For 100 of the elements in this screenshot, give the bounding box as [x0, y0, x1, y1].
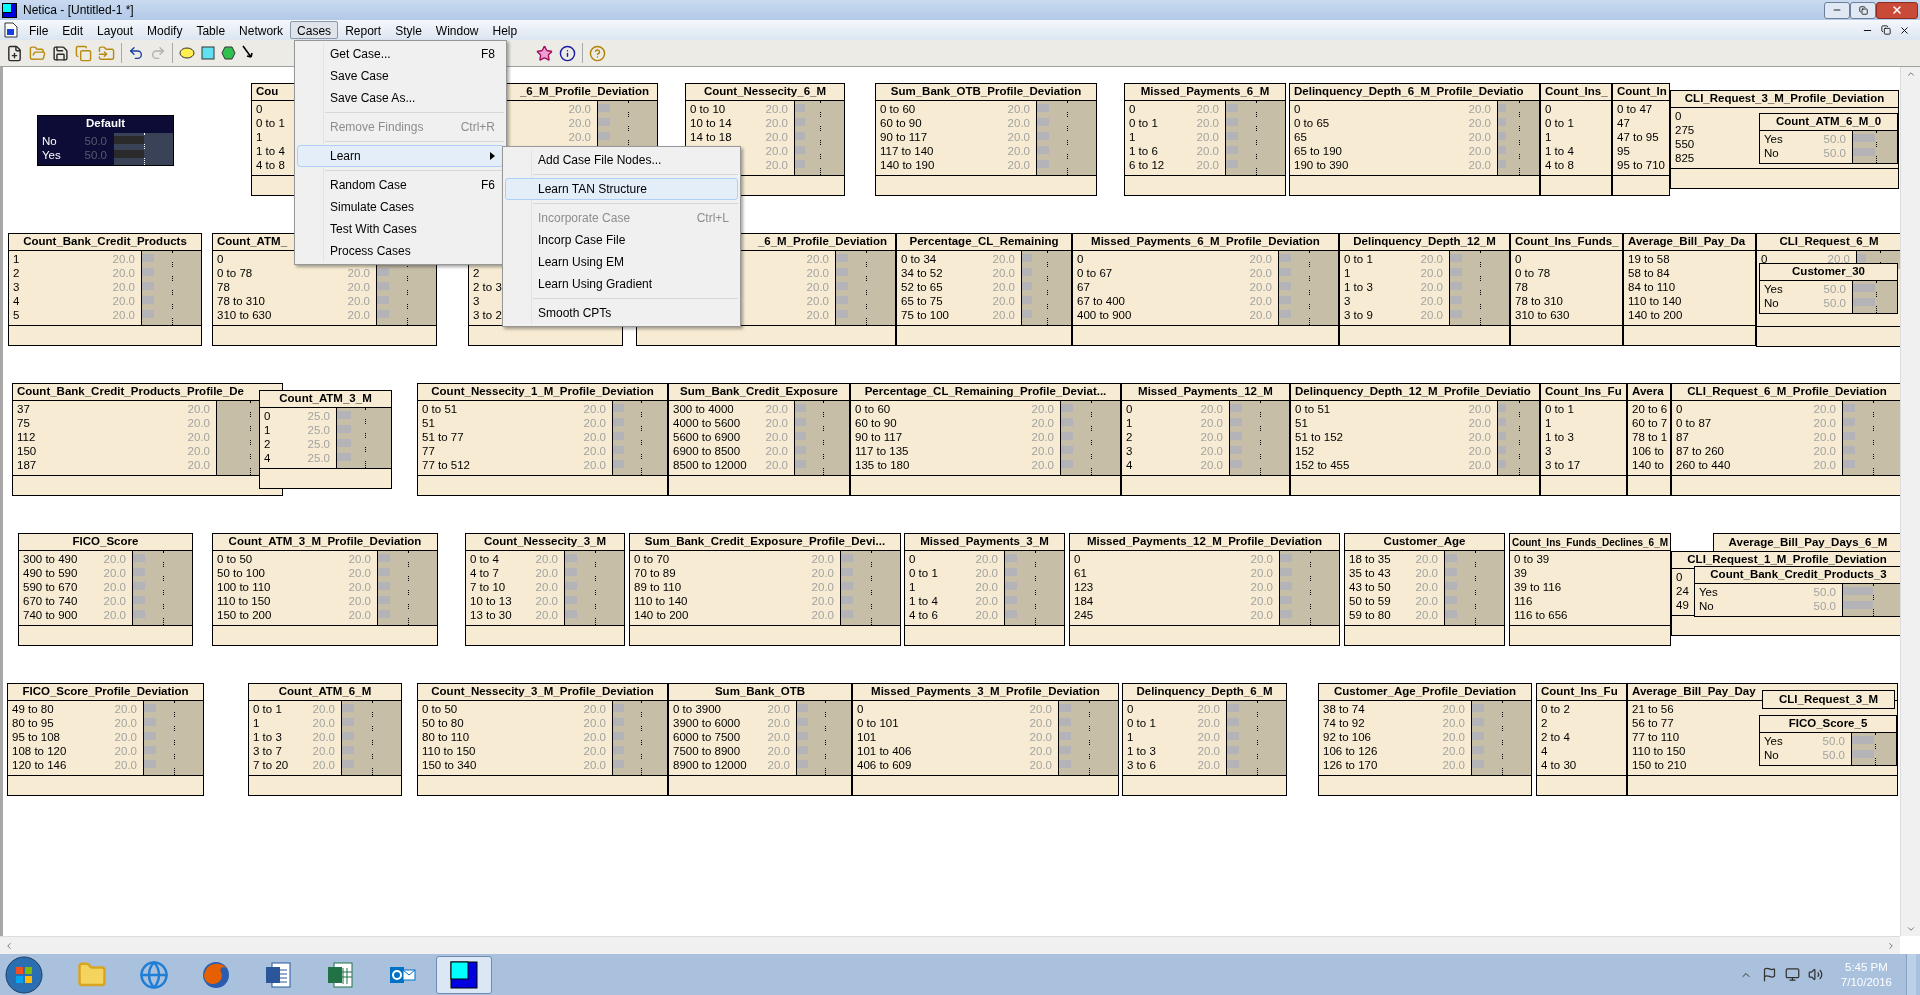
- open-folder-icon[interactable]: [29, 44, 46, 62]
- network-node[interactable]: Count_Ins_Funds_ 0 0 to 78 78 78 to 310 310 to 630: [1510, 233, 1623, 346]
- state-label: No: [1763, 146, 1779, 160]
- menu-bar-item[interactable]: File: [22, 21, 56, 39]
- network-node[interactable]: Sum_Bank_Credit_Exposure_Profile_Devi... 0 to 70 20.0 70 to 89 20.0 89 to 110 20.0 110 to 140 20.0 140 to 200 20.0: [629, 533, 901, 646]
- save-icon[interactable]: [52, 44, 69, 62]
- folder-import-icon[interactable]: [98, 44, 115, 62]
- child-close-icon[interactable]: [1899, 24, 1910, 36]
- network-node[interactable]: Count_ATM_6_M_0 Yes 50.0 No 50.0: [1759, 113, 1898, 164]
- menu-bar-item[interactable]: Network: [232, 21, 291, 39]
- network-node[interactable]: Count_Nessecity_3_M 0 to 4 20.0 4 to 7 20.0 7 to 10 20.0 10 to 13 20.0 13 to 30 20.0: [465, 533, 625, 646]
- state-label: 110 to 140: [1627, 294, 1682, 308]
- menu-bar-item[interactable]: Help: [485, 21, 525, 39]
- network-node[interactable]: Percentage_CL_Remaining_Profile_Deviat... 0 to 60 20.0 60 to 90 20.0 90 to 117 20.0 117 to 135 20.0 135 to 180 20.0: [850, 383, 1121, 496]
- menu-bar-item[interactable]: Report: [338, 21, 389, 39]
- network-node[interactable]: Delinquency_Depth_12_M_Profile_Deviatio 0 to 51 20.0 51 20.0 51 to 152 20.0 152 20.0 152 to 455 20.0: [1290, 383, 1540, 496]
- info-icon[interactable]: [559, 44, 576, 62]
- network-node[interactable]: Sum_Bank_OTB 0 to 3900 20.0 3900 to 6000 20.0 6000 to 7500 20.0 7500 to 8900 20.0 8900 to 12000 20.0: [668, 683, 852, 796]
- network-node[interactable]: Missed_Payments_6_M 0 20.0 0 to 1 20.0 1 20.0 1 to 6 20.0 6 to 12 20.0: [1124, 83, 1286, 196]
- network-node[interactable]: FICO_Score 300 to 490 20.0 490 to 590 20.0 590 to 670 20.0 670 to 740 20.0 740 to 900 20.0: [18, 533, 193, 646]
- network-node[interactable]: Count_ATM_3_M 0 25.0 1 25.0 2 25.0 4 25.0: [259, 390, 392, 489]
- speaker-icon[interactable]: [1807, 967, 1823, 982]
- menu-item[interactable]: Simulate Cases: [297, 196, 504, 218]
- network-node[interactable]: Missed_Payments_6_M_Profile_Deviation 0 20.0 0 to 67 20.0 67 20.0 67 to 400 20.0 400 to 900 20.0: [1072, 233, 1339, 346]
- network-node[interactable]: Customer_30 Yes 50.0 No 50.0: [1759, 263, 1898, 314]
- menu-item[interactable]: Random Case F6: [297, 174, 504, 196]
- network-node[interactable]: Missed_Payments_12_M_Profile_Deviation 0 20.0 61 20.0 123 20.0 184 20.0 245 20.0: [1069, 533, 1340, 646]
- start-button-icon[interactable]: [4, 954, 44, 995]
- network-node[interactable]: Count_Ins_Fu 0 to 2 2 2 to 4 4 4 to 30: [1536, 683, 1627, 796]
- horizontal-scrollbar[interactable]: [0, 936, 1900, 954]
- new-file-icon[interactable]: [6, 44, 23, 62]
- network-node[interactable]: Average_Bill_Pay_Da 19 to 58 58 to 84 84 to 110 110 to 140 140 to 200: [1623, 233, 1756, 346]
- restore-button[interactable]: [1850, 1, 1876, 19]
- network-node[interactable]: Delinquency_Depth_12_M 0 to 1 20.0 1 20.0 1 to 3 20.0 3 20.0 3 to 9 20.0: [1339, 233, 1510, 346]
- network-node[interactable]: Count_ATM_3_M_Profile_Deviation 0 to 50 20.0 50 to 100 20.0 100 to 110 20.0 110 to 150 20.0 150 to 200 20.0: [212, 533, 438, 646]
- hexagon-tool-icon[interactable]: [221, 46, 236, 60]
- network-node[interactable]: Delinquency_Depth_6_M 0 20.0 0 to 1 20.0 1 20.0 1 to 3 20.0 3 to 6 20.0: [1122, 683, 1287, 796]
- menu-bar-item[interactable]: Style: [388, 21, 429, 39]
- network-node[interactable]: CLI_Request_6_M_Profile_Deviation 0 20.0 0 to 87 20.0 87 20.0 87 to 260 20.0 260 to 440 20.0: [1671, 383, 1900, 496]
- network-node[interactable]: Count_Bank_Credit_Products 1 20.0 2 20.0 3 20.0 4 20.0 5 20.0: [8, 233, 202, 346]
- network-node[interactable]: Count_Nessecity_1_M_Profile_Deviation 0 to 51 20.0 51 20.0 51 to 77 20.0 77 20.0 77 to 512 20.0: [417, 383, 668, 496]
- network-node[interactable]: Count_Nessecity_3_M_Profile_Deviation 0 to 50 20.0 50 to 80 20.0 80 to 110 20.0 110 to 150 20.0 150 to 340 20.0: [417, 683, 668, 796]
- state-probability: 20.0: [1007, 144, 1031, 158]
- network-node[interactable]: CLI_Request_3_M_Profile_Deviation 0 275 550 825 Count_ATM_6_M_0 Yes 50.0 No 50.0: [1670, 90, 1899, 189]
- menu-item[interactable]: Get Case... F8: [297, 43, 504, 65]
- menu-bar-item[interactable]: Modify: [140, 21, 190, 39]
- network-node[interactable]: FICO_Score_5 Yes 50.0 No 50.0: [1759, 715, 1897, 766]
- network-node[interactable]: Missed_Payments_12_M 0 20.0 1 20.0 2 20.0 3 20.0 4 20.0: [1121, 383, 1290, 496]
- menu-bar-item[interactable]: Table: [189, 21, 233, 39]
- scroll-right-icon[interactable]: [1886, 940, 1896, 951]
- network-node[interactable]: Missed_Payments_3_M_Profile_Deviation 0 20.0 0 to 101 20.0 101 20.0 101 to 406 20.0 406 to 609 20.0: [852, 683, 1119, 796]
- shortcut-text: Ctrl+R: [460, 119, 495, 136]
- ellipse-tool-icon[interactable]: [179, 47, 195, 59]
- network-node[interactable]: Count_Ins_Fu 0 to 1 1 1 to 3 3 3 to 17: [1540, 383, 1627, 496]
- network-node[interactable]: Count_Ins_Funds_Declines_6_M 0 to 39 39 39 to 116 116 116 to 656: [1509, 533, 1671, 646]
- help-icon[interactable]: [589, 44, 606, 62]
- network-node[interactable]: Customer_Age_Profile_Deviation 38 to 74 20.0 74 to 92 20.0 92 to 106 20.0 106 to 126 20.0 126 to 170 20.0: [1318, 683, 1532, 796]
- taskbar-app-button[interactable]: [436, 955, 492, 994]
- rectangle-tool-icon[interactable]: [201, 46, 215, 60]
- vertical-scrollbar[interactable]: [1900, 67, 1920, 936]
- network-node[interactable]: FICO_Score_Profile_Deviation 49 to 80 20.0 80 to 95 20.0 95 to 108 20.0 108 to 120 20.0 120 to 146 20.0: [7, 683, 204, 796]
- state-label: 90 to 117: [854, 430, 903, 444]
- menu-item[interactable]: Learn: [297, 145, 504, 167]
- network-node[interactable]: Count_Bank_Credit_Products_3 Yes 50.0 No 50.0: [1694, 566, 1900, 617]
- scroll-down-icon[interactable]: [1905, 924, 1916, 934]
- network-node[interactable]: Avera 20 to 6 60 to 7 78 to 1 106 to 140 to: [1627, 383, 1671, 496]
- state-label: 1: [1126, 730, 1134, 744]
- state-label: 1 to 3: [1544, 430, 1574, 444]
- state-probability: 20.0: [992, 280, 1016, 294]
- star-icon[interactable]: [536, 44, 553, 62]
- state-label: 0: [263, 409, 271, 423]
- node-title: Average_Bill_Pay_Day: [1632, 684, 1756, 700]
- undo-icon[interactable]: [128, 45, 144, 61]
- child-restore-icon[interactable]: [1881, 25, 1891, 35]
- save-all-icon[interactable]: [75, 44, 92, 62]
- network-node[interactable]: Missed_Payments_3_M 0 20.0 0 to 1 20.0 1 20.0 1 to 4 20.0 4 to 6 20.0: [904, 533, 1065, 646]
- network-node[interactable]: Sum_Bank_OTB_Profile_Deviation 0 to 60 20.0 60 to 90 20.0 90 to 117 20.0 117 to 140 20.0 140 to 190 20.0: [875, 83, 1097, 196]
- menu-bar-item[interactable]: Window: [428, 21, 486, 39]
- minimize-button[interactable]: [1824, 1, 1850, 19]
- network-node[interactable]: Delinquency_Depth_6_M_Profile_Deviatio 0 20.0 0 to 65 20.0 65 20.0 65 to 190 20.0 190 to 390 20.0: [1289, 83, 1540, 196]
- network-node[interactable]: Count_ATM_6_M 0 to 1 20.0 1 20.0 1 to 3 20.0 3 to 7 20.0 7 to 20 20.0: [248, 683, 402, 796]
- network-node[interactable]: Sum_Bank_Credit_Exposure 300 to 4000 20.0 4000 to 5600 20.0 5600 to 6900 20.0 6900 to 8500 20.0 8500 to 12000 20.0: [668, 383, 850, 496]
- state-probability: 20.0: [103, 566, 127, 580]
- network-node[interactable]: Count_In 0 to 47 47 47 to 95 95 95 to 710: [1612, 83, 1670, 196]
- network-node[interactable]: Count_Ins_ 0 0 to 1 1 1 to 4 4 to 8: [1540, 83, 1612, 196]
- network-node[interactable]: Percentage_CL_Remaining 0 to 34 20.0 34 to 52 20.0 52 to 65 20.0 65 to 75 20.0 75 to 100 20.0: [896, 233, 1072, 346]
- close-button[interactable]: [1876, 1, 1918, 19]
- network-node[interactable]: CLI_Request_3_M: [1762, 690, 1895, 709]
- arrow-tool-icon[interactable]: [242, 45, 254, 61]
- network-icon[interactable]: [1784, 967, 1800, 982]
- scroll-left-icon[interactable]: [4, 940, 14, 951]
- scroll-up-icon[interactable]: [1905, 69, 1916, 79]
- menu-bar-item[interactable]: Cases: [290, 21, 339, 39]
- network-node[interactable]: Customer_Age 18 to 35 20.0 35 to 43 20.0 43 to 50 20.0 50 to 59 20.0 59 to 80 20.0: [1344, 533, 1505, 646]
- state-label: 7500 to 8900: [672, 744, 741, 758]
- menu-item[interactable]: Learn TAN Structure: [505, 178, 738, 200]
- menu-bar-item[interactable]: Layout: [90, 21, 141, 39]
- flag-icon[interactable]: [1761, 967, 1777, 982]
- menu-bar-item[interactable]: Edit: [55, 21, 91, 39]
- network-node[interactable]: Default No 50.0 Yes 50.0: [37, 115, 174, 166]
